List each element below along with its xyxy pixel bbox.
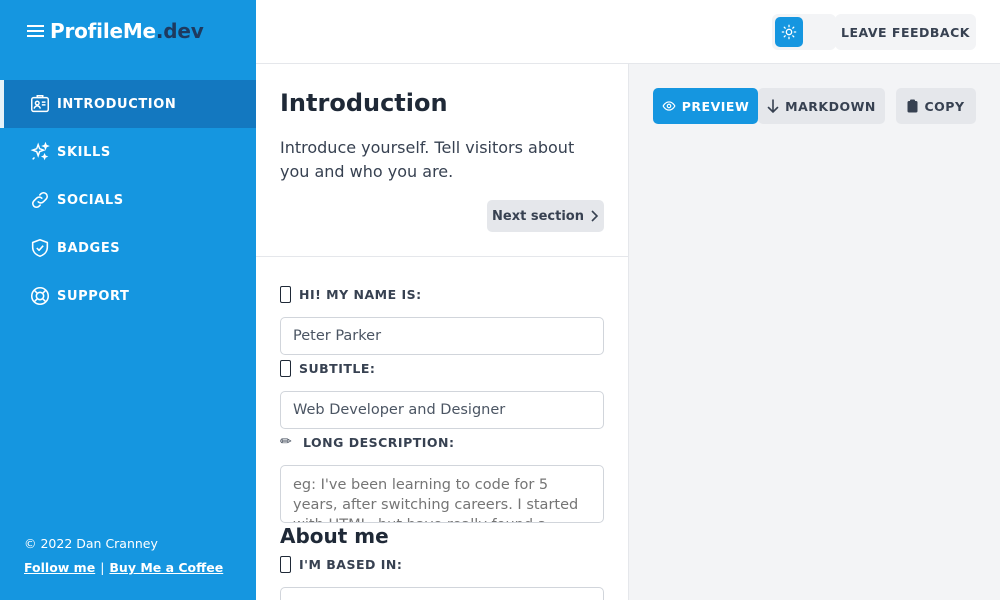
footer-links: Follow me | Buy Me a Coffee [24,560,223,575]
next-section-button[interactable]: Next section [487,200,604,232]
sidebar-item-label: BADGES [57,240,121,256]
wave-icon [280,286,291,303]
editor-panel: Introduction Introduce yourself. Tell vi… [256,64,629,600]
sidebar-item-socials[interactable]: SOCIALS [0,176,256,224]
based-in-input[interactable] [280,587,604,600]
sidebar-item-label: SOCIALS [57,192,124,208]
location-icon [280,556,291,573]
theme-toggle[interactable] [772,14,836,50]
buy-me-a-coffee-link[interactable]: Buy Me a Coffee [109,560,223,575]
subtitle-label-text: SUBTITLE: [299,361,376,376]
based-in-field-label: I'M BASED IN: [280,556,402,573]
brand-logo: ProfileMe.dev [50,19,204,43]
copy-button-label: COPY [924,98,965,114]
copy-button[interactable]: COPY [896,88,976,124]
sidebar-item-label: SUPPORT [57,288,130,304]
next-section-label: Next section [492,208,584,224]
name-label-text: HI! MY NAME IS: [299,287,422,302]
profile-card-icon [31,95,49,113]
shield-check-icon [31,238,49,258]
sun-icon [781,24,797,40]
chevron-right-icon [591,210,599,222]
sidebar-item-skills[interactable]: SKILLS [0,128,256,176]
eye-icon [662,101,676,111]
based-in-label-text: I'M BASED IN: [299,557,403,572]
pencil-icon: ✏ [280,434,293,450]
name-field-label: HI! MY NAME IS: [280,286,422,303]
copyright-text: © 2022 Dan Cranney [24,536,158,551]
intro-section: Introduction Introduce yourself. Tell vi… [256,64,628,257]
sidebar-item-badges[interactable]: BADGES [0,224,256,272]
sidebar-nav: INTRODUCTION SKILLS SOCIALS BADGES SUPPO… [0,80,256,320]
top-bar: LEAVE FEEDBACK [256,0,1000,64]
subtitle-input[interactable] [280,391,604,429]
briefcase-icon [280,360,291,377]
tab-preview-label: PREVIEW [681,98,750,114]
brand-suffix: .dev [155,19,204,43]
link-icon [32,192,48,208]
brand[interactable]: ProfileMe.dev [26,19,204,43]
about-me-heading: About me [280,524,389,548]
clipboard-icon [907,99,918,113]
brand-name: ProfileMe [50,19,156,43]
name-input[interactable] [280,317,604,355]
sidebar-item-label: INTRODUCTION [57,96,177,112]
long-description-field-label: ✏ LONG DESCRIPTION: [280,434,455,450]
sidebar: ProfileMe.dev INTRODUCTION SKILLS SOCIAL… [0,0,256,600]
sidebar-item-support[interactable]: SUPPORT [0,272,256,320]
leave-feedback-button[interactable]: LEAVE FEEDBACK [835,14,976,50]
section-description: Introduce yourself. Tell visitors about … [280,138,575,181]
lifebuoy-icon [30,286,50,306]
tab-markdown-label: MARKDOWN [785,98,876,114]
section-title: Introduction [280,89,448,117]
subtitle-field-label: SUBTITLE: [280,360,375,377]
long-description-textarea[interactable] [280,465,604,523]
footer-separator: | [100,560,105,575]
arrow-down-icon [767,99,779,113]
sidebar-item-label: SKILLS [57,144,111,160]
theme-toggle-knob[interactable] [775,17,803,47]
sidebar-footer: © 2022 Dan Cranney Follow me | Buy Me a Co… [24,536,223,575]
tab-preview[interactable]: PREVIEW [653,88,758,124]
sparkles-icon [30,141,50,161]
long-description-label-text: LONG DESCRIPTION: [303,434,455,450]
menu-icon[interactable] [26,21,46,41]
tab-markdown[interactable]: MARKDOWN [758,88,885,124]
sidebar-item-introduction[interactable]: INTRODUCTION [0,80,256,128]
preview-panel: PREVIEW MARKDOWN COPY [629,64,1000,600]
follow-me-link[interactable]: Follow me [24,560,95,575]
